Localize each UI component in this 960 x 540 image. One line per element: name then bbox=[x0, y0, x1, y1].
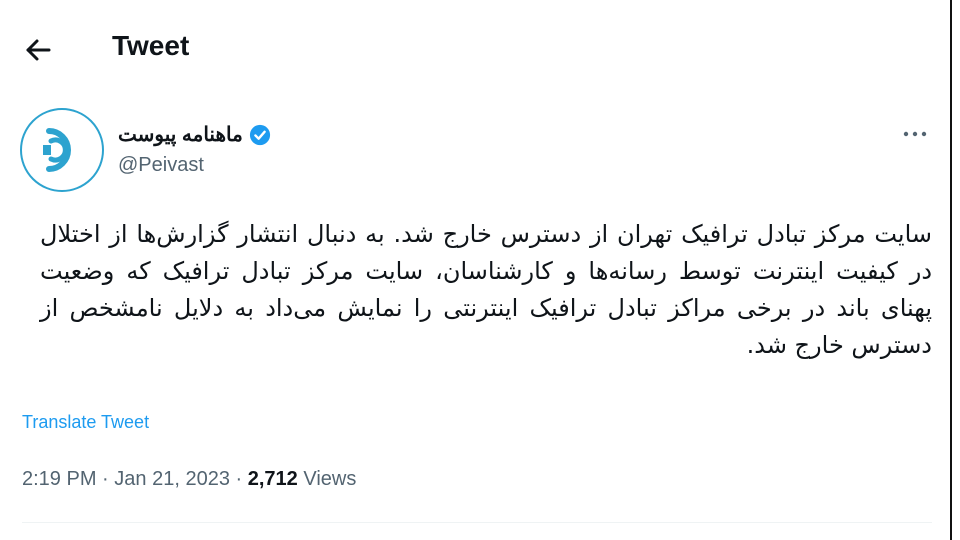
views-count[interactable]: 2,712 bbox=[248, 468, 298, 490]
views-label: Views bbox=[303, 468, 357, 490]
meta-separator: · bbox=[102, 468, 109, 490]
header: Tweet bbox=[0, 0, 960, 96]
author-name[interactable]: ماهنامه پیوست bbox=[118, 122, 243, 147]
author-name-row: ماهنامه پیوست bbox=[118, 122, 271, 147]
more-options-button[interactable] bbox=[900, 124, 930, 144]
meta-separator: · bbox=[235, 468, 243, 490]
avatar[interactable] bbox=[20, 108, 104, 192]
tweet-date[interactable]: Jan 21, 2023 bbox=[114, 468, 230, 490]
peivast-logo-icon bbox=[43, 128, 71, 172]
page-title: Tweet bbox=[112, 30, 190, 61]
tweet-text: سایت مرکز تبادل ترافیک تهران از دسترس خا… bbox=[40, 220, 932, 359]
divider bbox=[22, 522, 932, 523]
tweet-meta: 2:19 PM · Jan 21, 2023 · 2,712 Views bbox=[22, 468, 356, 491]
window-edge bbox=[950, 0, 952, 540]
back-button[interactable] bbox=[22, 34, 54, 66]
verified-badge-icon bbox=[249, 124, 270, 145]
tweet-time[interactable]: 2:19 PM bbox=[22, 468, 96, 490]
translate-tweet-link[interactable]: Translate Tweet bbox=[22, 412, 149, 433]
arrow-left-icon bbox=[26, 39, 51, 61]
author-handle[interactable]: @Peivast bbox=[118, 154, 204, 177]
more-horizontal-icon bbox=[903, 131, 927, 137]
